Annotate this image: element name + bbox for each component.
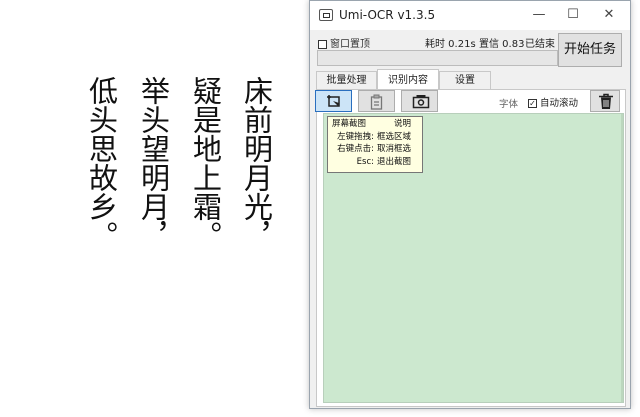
tooltip-key: Esc: [356,156,374,167]
topmost-label: 窗口置顶 [330,39,370,50]
tooltip-key: 右键点击: [337,144,374,154]
elapsed-time: 耗时 0.21s [425,39,476,50]
app-icon [319,9,333,21]
minimize-button[interactable]: — [526,5,552,25]
tab-results[interactable]: 识别内容 [377,69,439,89]
auto-scroll-check-icon[interactable]: ✓ [528,99,537,108]
tab-batch[interactable]: 批量处理 [316,71,377,89]
screenshot-icon [327,95,340,107]
font-label[interactable]: 字体 [499,96,518,110]
checkbox-icon[interactable] [318,39,327,49]
tooltip-header-value: 说明 [394,119,412,129]
topmost-checkbox[interactable]: 窗口置顶 [318,35,370,50]
auto-scroll-label: 自动滚动 [540,98,579,109]
camera-icon [412,95,430,109]
tooltip-row: 左键拖拽: 框选区域 [328,131,419,144]
trash-icon [599,93,613,109]
maximize-button[interactable]: ☐ [560,5,586,25]
screenshot-ocr-button[interactable] [315,90,352,112]
tab-settings[interactable]: 设置 [439,71,491,89]
clipboard-ocr-button[interactable] [358,90,395,112]
tooltip-value: 框选区域 [377,131,412,142]
tooltip-key: 左键拖拽: [337,131,374,142]
tooltip-value: 退出截图 [377,156,412,167]
clear-button[interactable] [590,90,620,112]
poem-background: 床前明月光， 疑是地上霜。 举头望明月， 低头思故乡。 [0,0,310,417]
clipboard-icon [370,94,383,110]
textarea-scrollbar[interactable] [621,114,623,402]
image-ocr-button[interactable] [401,90,438,112]
close-button[interactable]: ✕ [596,5,622,25]
poem-column-1: 床前明月光， [239,76,274,250]
screenshot-tooltip: 屏幕截图 说明 左键拖拽: 框选区域 右键点击: 取消框选 Esc: 退出截图 [327,116,423,173]
poem-column-2: 疑是地上霜。 [188,76,223,250]
poem-column-3: 举头望明月， [136,76,171,250]
tooltip-value: 取消框选 [377,144,412,154]
task-state: 已结束 [525,39,555,50]
auto-scroll-checkbox[interactable]: ✓ 自动滚动 [528,95,578,109]
tooltip-row: 右键点击: 取消框选 [328,143,419,156]
poem-column-4: 低头思故乡。 [84,76,119,250]
confidence-value: 置信 0.83 [479,39,525,50]
progress-bar [317,50,558,66]
window-title: Umi-OCR v1.3.5 [339,8,436,22]
umi-ocr-window: Umi-OCR v1.3.5 — ☐ ✕ 窗口置顶 耗时 0.21s 置信 0.… [309,0,631,409]
tooltip-header-key: 屏幕截图 [332,119,367,129]
title-bar[interactable]: Umi-OCR v1.3.5 — ☐ ✕ [310,1,630,30]
tooltip-header: 屏幕截图 说明 [328,118,419,131]
start-task-button[interactable]: 开始任务 [558,33,622,67]
tooltip-row: Esc: 退出截图 [328,156,419,169]
